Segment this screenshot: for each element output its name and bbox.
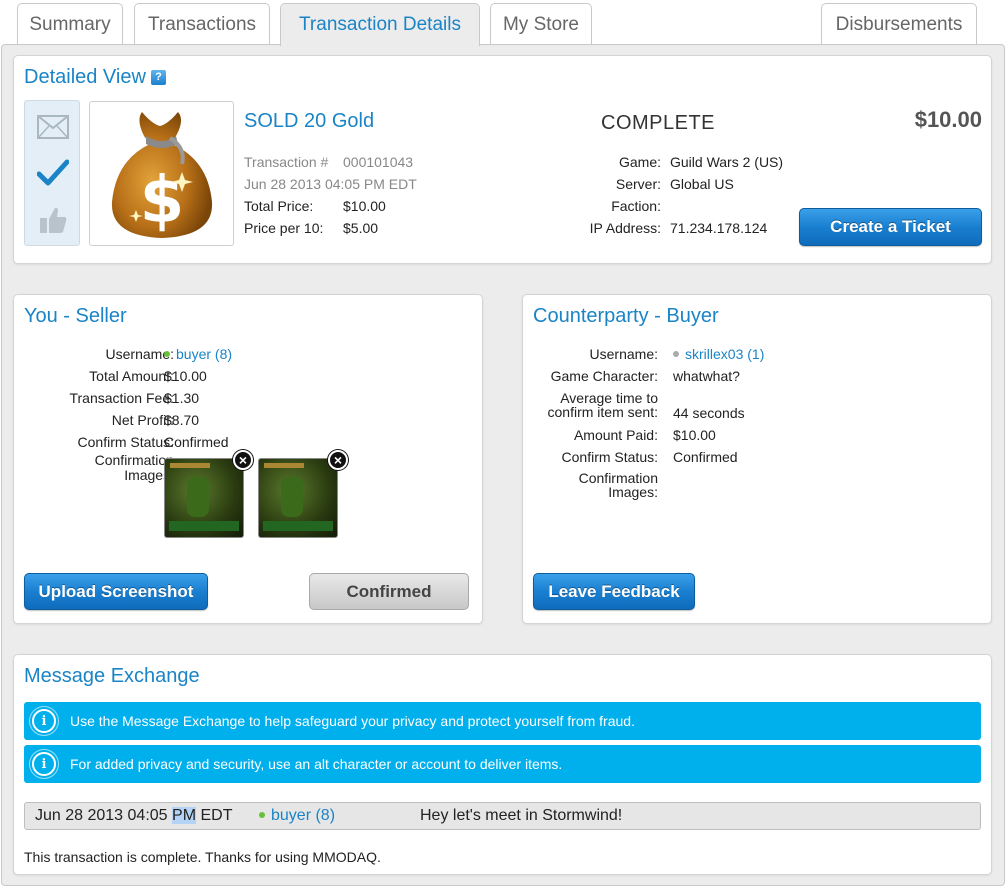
price-per: $5.00 (343, 220, 379, 236)
detailed-view-title: Detailed View? (24, 66, 166, 89)
message-date-highlight: PM (172, 807, 197, 824)
seller-username-link[interactable]: buyer (8) (176, 346, 232, 362)
leave-feedback-button[interactable]: Leave Feedback (533, 573, 695, 610)
detailed-view-title-text: Detailed View (24, 66, 146, 88)
total-amount-label: Total Amount: (89, 368, 174, 384)
remove-image-icon[interactable]: × (328, 450, 348, 470)
seller-confirmation-images-label-line2: Images: (124, 467, 174, 483)
seller-confirmation-images-label: Confirmation Images: (95, 453, 174, 483)
tab-summary[interactable]: Summary (17, 3, 123, 45)
avg-time-label: Average time to confirm item sent: (548, 391, 658, 419)
tab-my-store[interactable]: My Store (490, 3, 592, 45)
info-banner-text: For added privacy and security, use an a… (70, 756, 563, 772)
amount-paid-label: Amount Paid: (573, 427, 658, 443)
checkmark-icon (25, 159, 81, 192)
transaction-fee: $1.30 (164, 390, 200, 406)
message-date: Jun 28 2013 04:05 PM EDT (35, 807, 232, 825)
info-icon: i (32, 752, 56, 776)
info-icon: i (32, 709, 56, 733)
seller-title: You - Seller (24, 305, 127, 327)
buyer-confirmation-images-label-line2: Images: (608, 484, 658, 500)
confirmation-image[interactable] (258, 458, 338, 538)
message-date-part: Jun 28 2013 04:05 (35, 807, 173, 824)
seller-confirm-status: Confirmed (164, 434, 229, 450)
price-per-label: Price per 10: (244, 220, 324, 236)
buyer-confirm-status-label: Confirm Status: (561, 449, 658, 465)
help-icon[interactable]: ? (150, 70, 166, 85)
net-profit: $8.70 (164, 412, 200, 428)
message-row: Jun 28 2013 04:05 PM EDT buyer (8) Hey l… (24, 802, 981, 830)
buyer-title: Counterparty - Buyer (533, 305, 719, 327)
create-ticket-button[interactable]: Create a Ticket (799, 208, 982, 246)
status-icons-column (24, 100, 80, 246)
envelope-icon (25, 115, 81, 144)
completion-message: This transaction is complete. Thanks for… (24, 849, 381, 865)
buyer-username-label: Username: (589, 346, 658, 362)
seller-confirm-status-label: Confirm Status: (77, 434, 174, 450)
buyer-confirmation-images-label: Confirmation Images: (579, 471, 658, 499)
money-bag-icon: $ (89, 101, 234, 246)
buyer-username[interactable]: skrillex03 (1) (673, 343, 764, 365)
confirmed-button[interactable]: Confirmed (309, 573, 469, 610)
total-amount: $10.00 (164, 368, 207, 384)
game-value: Guild Wars 2 (US) (670, 154, 784, 170)
message-user-link[interactable]: buyer (8) (271, 807, 335, 824)
faction-label: Faction: (611, 198, 661, 214)
info-banner: i For added privacy and security, use an… (24, 745, 981, 783)
info-banner: i Use the Message Exchange to help safeg… (24, 702, 981, 740)
server-value: Global US (670, 176, 734, 192)
seller-username[interactable]: buyer (8) (164, 343, 232, 365)
tab-disbursements[interactable]: Disbursements (821, 3, 977, 45)
online-status-icon (259, 812, 265, 818)
info-banner-text: Use the Message Exchange to help safegua… (70, 713, 635, 729)
total-price: $10.00 (343, 198, 386, 214)
avg-time-label-line1: Average time to (560, 390, 658, 406)
status-text: COMPLETE (601, 112, 716, 134)
game-label: Game: (618, 154, 661, 170)
offline-status-icon (673, 351, 679, 357)
buyer-confirm-status: Confirmed (673, 449, 738, 465)
svg-text:$: $ (140, 164, 185, 238)
server-label: Server: (615, 176, 661, 192)
tab-transaction-details[interactable]: Transaction Details (280, 3, 480, 46)
transaction-number-label: Transaction # (244, 154, 329, 170)
online-status-icon (164, 351, 170, 357)
tab-transactions[interactable]: Transactions (134, 3, 270, 45)
tab-bar: Summary Transactions Transaction Details… (0, 0, 1007, 46)
game-character: whatwhat? (673, 368, 740, 384)
upload-screenshot-button[interactable]: Upload Screenshot (24, 573, 208, 610)
buyer-confirmation-images-label-line1: Confirmation (578, 470, 658, 486)
ip-value: 71.234.178.124 (670, 220, 768, 236)
total-price-label: Total Price: (244, 198, 314, 214)
amount-paid: $10.00 (673, 427, 716, 443)
item-title[interactable]: SOLD 20 Gold (244, 110, 374, 133)
price: $10.00 (914, 107, 982, 132)
transaction-number: 000101043 (343, 154, 414, 170)
message-exchange-title: Message Exchange (24, 665, 200, 687)
game-character-label: Game Character: (550, 368, 658, 384)
ip-label: IP Address: (589, 220, 661, 236)
message-user[interactable]: buyer (8) (259, 807, 335, 825)
confirmation-image[interactable] (164, 458, 244, 538)
transaction-date: Jun 28 2013 04:05 PM EDT (244, 176, 417, 192)
avg-time: 44 seconds (673, 405, 745, 421)
message-text: Hey let's meet in Stormwind! (420, 807, 623, 824)
message-date-part: EDT (196, 807, 233, 824)
avg-time-label-line2: confirm item sent: (547, 404, 658, 420)
thumbs-up-icon (25, 205, 81, 240)
transaction-fee-label: Transaction Fee: (69, 390, 174, 406)
remove-image-icon[interactable]: × (233, 450, 253, 470)
buyer-username-link[interactable]: skrillex03 (1) (685, 346, 764, 362)
seller-confirmation-images-label-line1: Confirmation (94, 452, 174, 468)
